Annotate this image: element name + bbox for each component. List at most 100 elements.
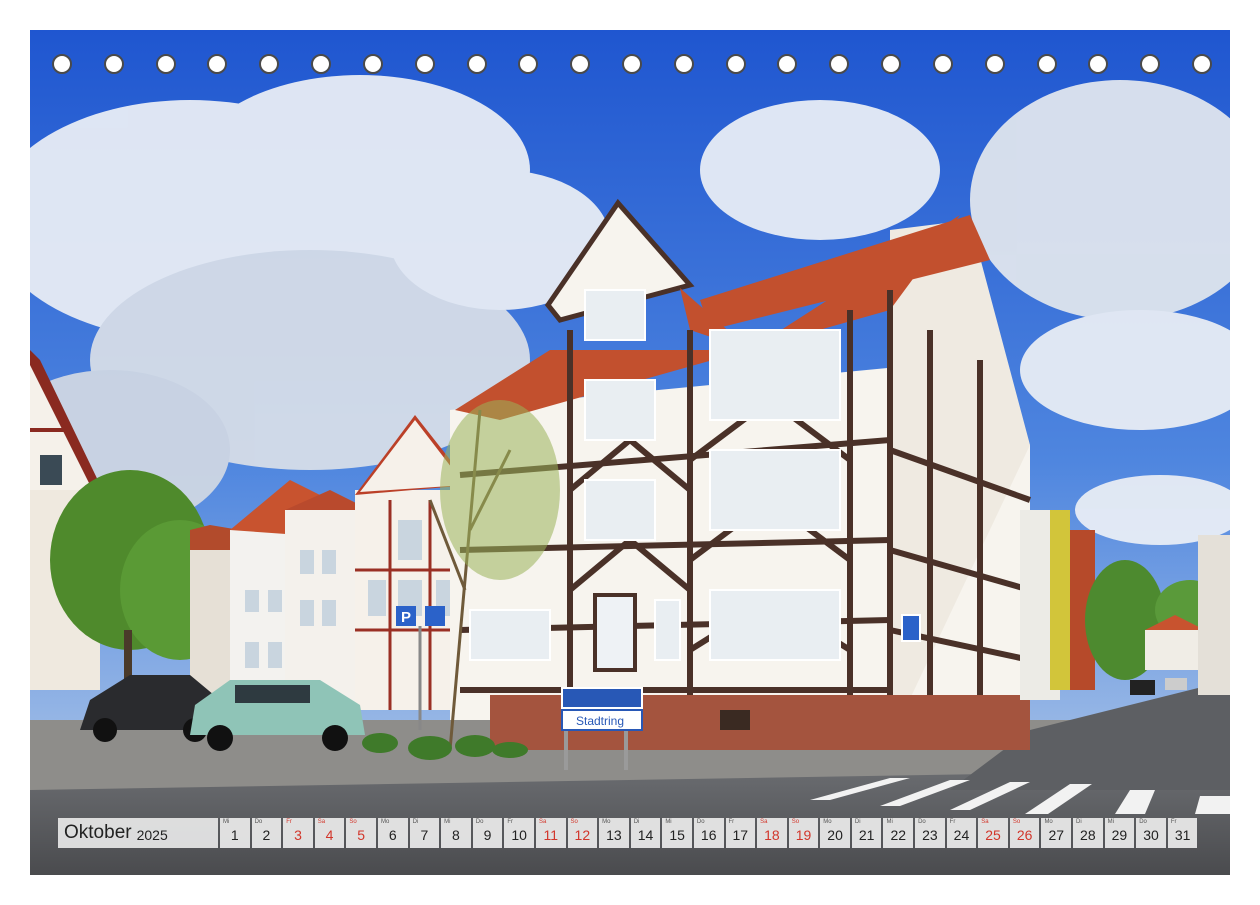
weekday-label: Di (633, 819, 640, 825)
weekday-label: Fr (1170, 819, 1177, 825)
calendar-day: Mo 20 (820, 818, 850, 848)
day-number: 8 (452, 827, 460, 843)
weekday-label: So (570, 819, 578, 825)
day-number: 6 (388, 827, 397, 843)
weekday-label: Sa (981, 819, 989, 825)
calendar-day: So 5 (346, 818, 376, 848)
weekday-label: Mo (380, 819, 390, 825)
calendar-day: Sa 25 (978, 818, 1008, 848)
day-number: 7 (420, 827, 429, 843)
weekday-label: Mi (886, 819, 893, 825)
weekday-label: Do (918, 819, 926, 825)
calendar-day: So 26 (1009, 818, 1040, 848)
weekday-label: So (1012, 819, 1021, 825)
town-street-photo: P Stadtring (30, 30, 1230, 875)
calendar-day: Mi 15 (662, 818, 692, 848)
binding-hole (881, 54, 902, 74)
day-number: 20 (827, 827, 843, 843)
stadtring-sign: Stadtring (576, 714, 624, 728)
weekday-label: Mo (1044, 819, 1053, 825)
binding-hole (1140, 54, 1161, 74)
binding-hole (311, 54, 332, 74)
calendar-day: So 19 (788, 818, 819, 848)
binding-hole (673, 54, 694, 74)
calendar-day: Di 28 (1073, 818, 1103, 848)
calendar-day: Mi 29 (1104, 818, 1135, 848)
month-name: Oktober (64, 822, 132, 843)
calendar-day: Do 9 (472, 818, 503, 848)
weekday-label: Mi (1107, 819, 1114, 825)
calendar-page: P Stadtring Oktober 2025 Mi 1 Do 2 Fr 3 Sa 4 So 5… (30, 30, 1230, 875)
weekday-label: Di (1076, 819, 1082, 825)
calendar-day: Fr 3 (283, 818, 313, 848)
parking-sign-letter: P (401, 609, 411, 626)
weekday-label: Mi (444, 819, 451, 825)
binding-hole (103, 54, 124, 74)
day-number: 23 (922, 827, 938, 843)
day-number: 19 (795, 827, 812, 843)
month-label: Oktober 2025 (58, 818, 218, 848)
calendar-day: Mi 22 (883, 818, 914, 848)
weekday-label: So (349, 819, 357, 825)
calendar-day: Mo 6 (377, 818, 408, 848)
day-number: 27 (1048, 827, 1065, 843)
day-number: 11 (543, 827, 558, 843)
calendar-day: Mo 27 (1041, 818, 1072, 848)
binding-hole (362, 54, 383, 74)
day-number: 4 (325, 827, 334, 843)
calendar-day: Di 21 (851, 818, 882, 848)
calendar-strip: Oktober 2025 Mi 1 Do 2 Fr 3 Sa 4 So 5 Mo 6 Di 7 Mi 8 Do 9… (58, 818, 1199, 848)
binding-hole (259, 54, 280, 74)
binding-hole (725, 54, 746, 74)
day-number: 12 (574, 827, 591, 843)
spiral-binding-holes (52, 54, 1212, 80)
weekday-label: Fr (286, 819, 292, 825)
weekday-label: Fr (507, 819, 514, 825)
day-number: 5 (357, 827, 366, 843)
day-number: 17 (732, 827, 749, 843)
calendar-day: Fr 17 (725, 818, 756, 848)
day-number: 30 (1143, 827, 1159, 843)
calendar-day: Di 14 (630, 818, 661, 848)
day-number: 13 (606, 827, 622, 843)
day-number: 10 (511, 827, 527, 843)
calendar-day: Do 30 (1136, 818, 1166, 848)
weekday-label: Sa (538, 819, 547, 825)
calendar-day: Sa 4 (314, 818, 345, 848)
weekday-label: Mo (823, 819, 832, 825)
calendar-day: Mi 1 (220, 818, 250, 848)
calendar-day: Do 23 (915, 818, 945, 848)
calendar-day: Fr 24 (946, 818, 977, 848)
binding-hole (570, 54, 591, 74)
weekday-label: Mi (223, 819, 230, 825)
calendar-day: Do 16 (693, 818, 724, 848)
binding-hole (1192, 54, 1212, 74)
calendar-day: Mo 13 (599, 818, 629, 848)
day-number: 22 (890, 827, 907, 843)
binding-hole (52, 54, 72, 74)
calendar-day: Do 2 (251, 818, 282, 848)
weekday-label: Fr (949, 819, 956, 825)
weekday-label: Sa (317, 819, 326, 825)
day-number: 21 (858, 827, 875, 843)
weekday-label: Do (475, 819, 484, 825)
day-number: 25 (985, 827, 1001, 843)
day-number: 2 (262, 827, 271, 843)
weekday-label: So (791, 819, 800, 825)
day-number: 9 (483, 827, 492, 843)
calendar-day: So 12 (567, 818, 598, 848)
binding-hole (1036, 54, 1057, 74)
day-number: 16 (700, 827, 717, 843)
binding-hole (414, 54, 435, 74)
binding-hole (622, 54, 642, 74)
entrance-door (593, 593, 637, 672)
weekday-label: Do (696, 819, 705, 825)
weekday-label: Do (1139, 819, 1147, 825)
weekday-label: Sa (760, 819, 768, 825)
calendar-day: Sa 11 (535, 818, 566, 848)
binding-hole (207, 54, 228, 74)
day-number: 26 (1016, 827, 1033, 843)
calendar-day: Mi 8 (441, 818, 471, 848)
binding-hole (518, 54, 539, 74)
weekday-label: Di (412, 819, 419, 825)
